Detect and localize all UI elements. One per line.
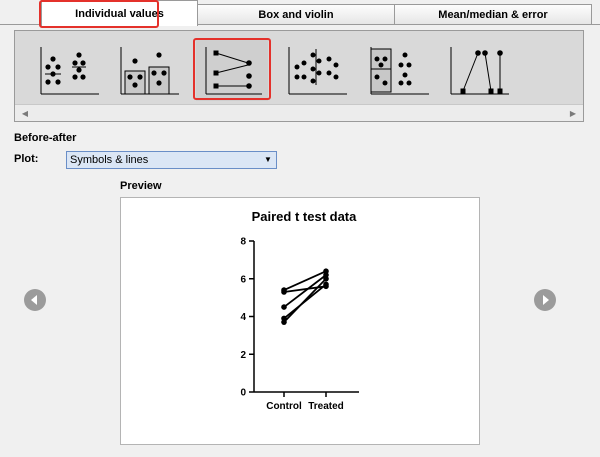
thumb-scatter-bar-plot[interactable] <box>115 39 185 101</box>
tab-mean-median-error[interactable]: Mean/median & error <box>394 4 592 24</box>
thumb-highlight-annotation <box>193 38 271 100</box>
plot-style-dropdown[interactable]: Symbols & lines ▼ <box>66 151 277 169</box>
chevron-down-icon[interactable]: ▼ <box>261 153 275 167</box>
tab-label: Box and violin <box>258 8 334 21</box>
scroll-right-icon[interactable]: ▶ <box>565 105 581 121</box>
tab-box-and-violin[interactable]: Box and violin <box>197 4 395 24</box>
preview-label: Preview <box>120 180 162 192</box>
tab-label: Mean/median & error <box>438 8 548 21</box>
arrow-left-icon <box>31 295 37 305</box>
preview-chart: Paired t test data 0 2 4 6 8 Control Treated <box>240 209 359 412</box>
arrow-right-icon <box>543 295 549 305</box>
data-point <box>281 319 287 325</box>
estimation-plot-icon <box>450 47 509 95</box>
scatter-dot-plot-icon <box>40 47 99 95</box>
x-tick-label: Control <box>266 401 302 412</box>
thumb-scatter-box-plot[interactable] <box>365 39 435 101</box>
thumb-estimation-plot[interactable] <box>445 39 515 101</box>
x-tick-label: Treated <box>308 401 344 412</box>
series-connector <box>283 278 327 323</box>
thumb-interleaved-scatter-plot[interactable] <box>283 39 353 101</box>
data-point <box>281 304 287 310</box>
thumb-scatter-dot-plot[interactable] <box>35 39 105 101</box>
preview-panel: Paired t test data 0 2 4 6 8 Control Treated <box>120 197 480 445</box>
plot-label: Plot: <box>14 153 39 165</box>
y-tick-label: 6 <box>240 274 246 285</box>
interleaved-scatter-plot-icon <box>288 47 347 95</box>
scatter-box-plot-icon <box>370 47 429 95</box>
section-title: Before-after <box>14 132 77 144</box>
tab-highlight-annotation <box>39 0 159 28</box>
plot-style-value: Symbols & lines <box>70 154 149 166</box>
y-tick-label: 0 <box>240 388 246 399</box>
gallery-scrollbar[interactable]: ◀ ▶ <box>15 104 583 121</box>
series-line <box>281 275 329 325</box>
plot-type-gallery: ◀ ▶ <box>14 30 584 122</box>
next-button[interactable] <box>534 289 556 311</box>
y-tick-label: 4 <box>240 312 246 323</box>
scroll-left-icon[interactable]: ◀ <box>17 105 33 121</box>
y-tick-label: 2 <box>240 350 246 361</box>
series-line <box>281 283 329 295</box>
y-tick-label: 8 <box>240 237 246 248</box>
data-point <box>323 275 329 282</box>
scatter-bar-plot-icon <box>120 47 179 95</box>
chart-title: Paired t test data <box>252 209 358 224</box>
previous-button[interactable] <box>24 289 46 311</box>
data-point <box>281 289 287 295</box>
data-point <box>323 281 329 288</box>
